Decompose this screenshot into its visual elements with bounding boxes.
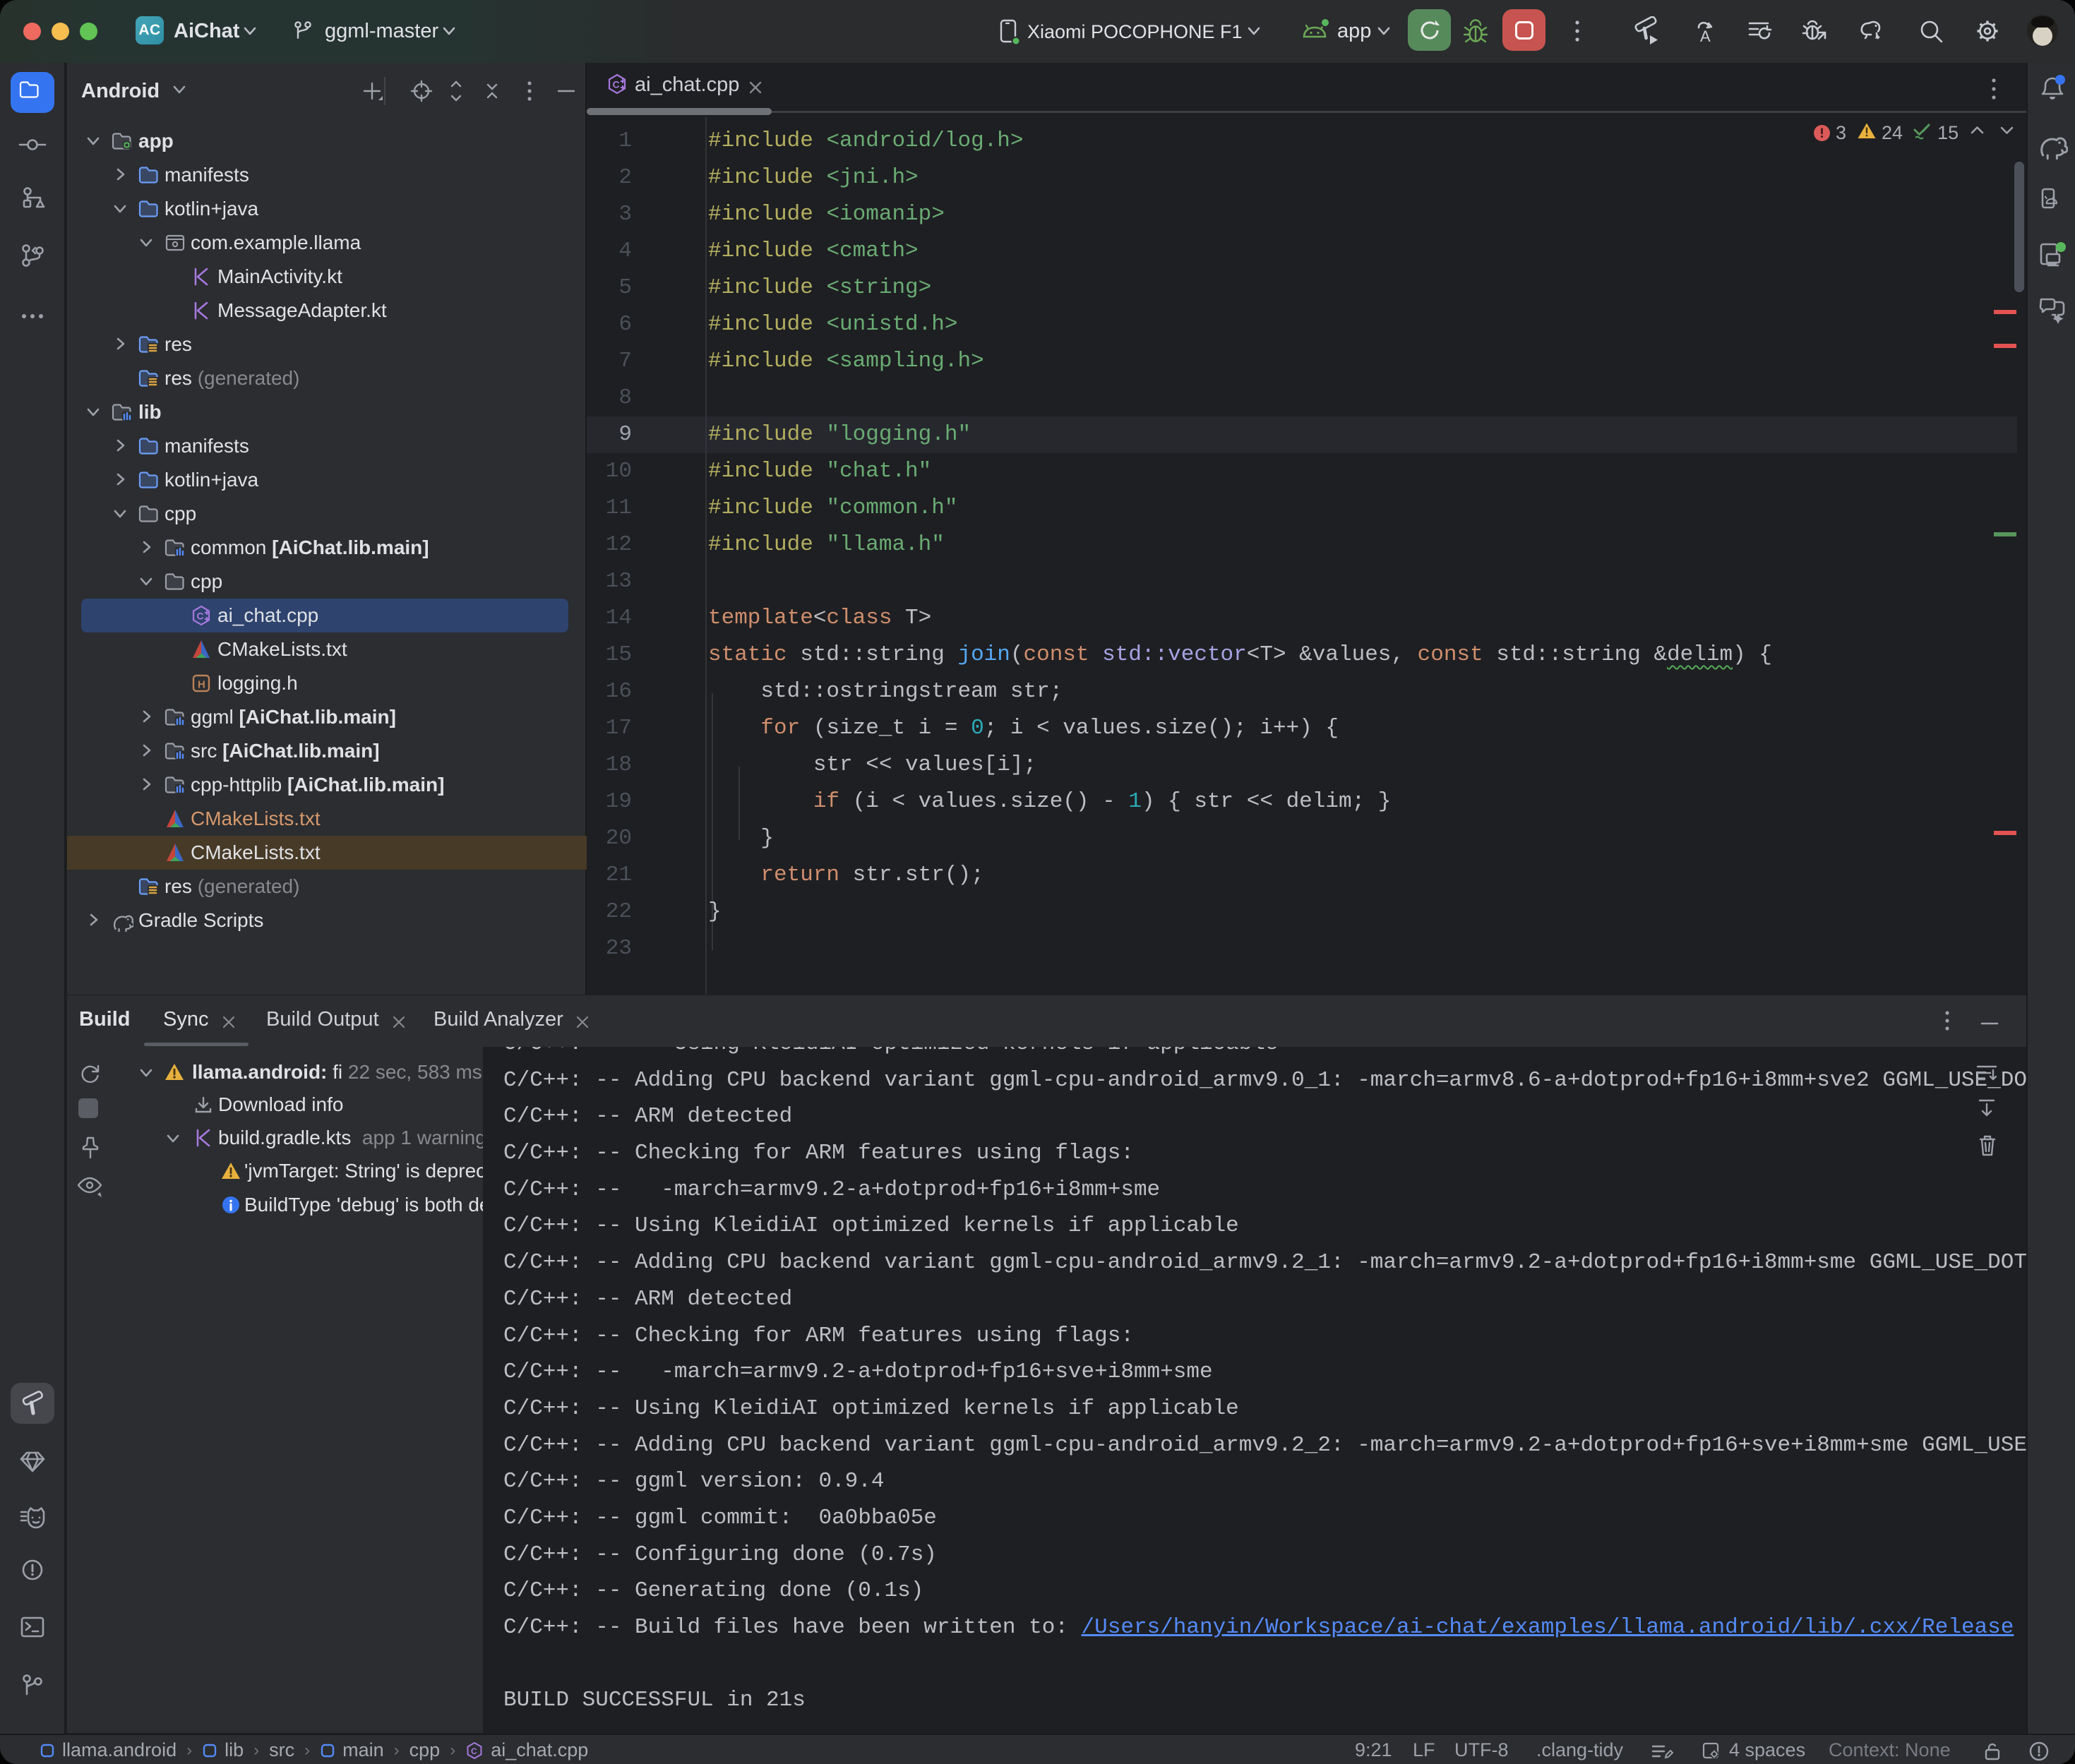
svg-text:A: A	[1700, 28, 1711, 45]
svg-text:C: C	[197, 611, 204, 622]
svg-text:C: C	[471, 1746, 477, 1756]
svg-text:H: H	[198, 679, 205, 691]
svg-text:C: C	[613, 79, 620, 90]
